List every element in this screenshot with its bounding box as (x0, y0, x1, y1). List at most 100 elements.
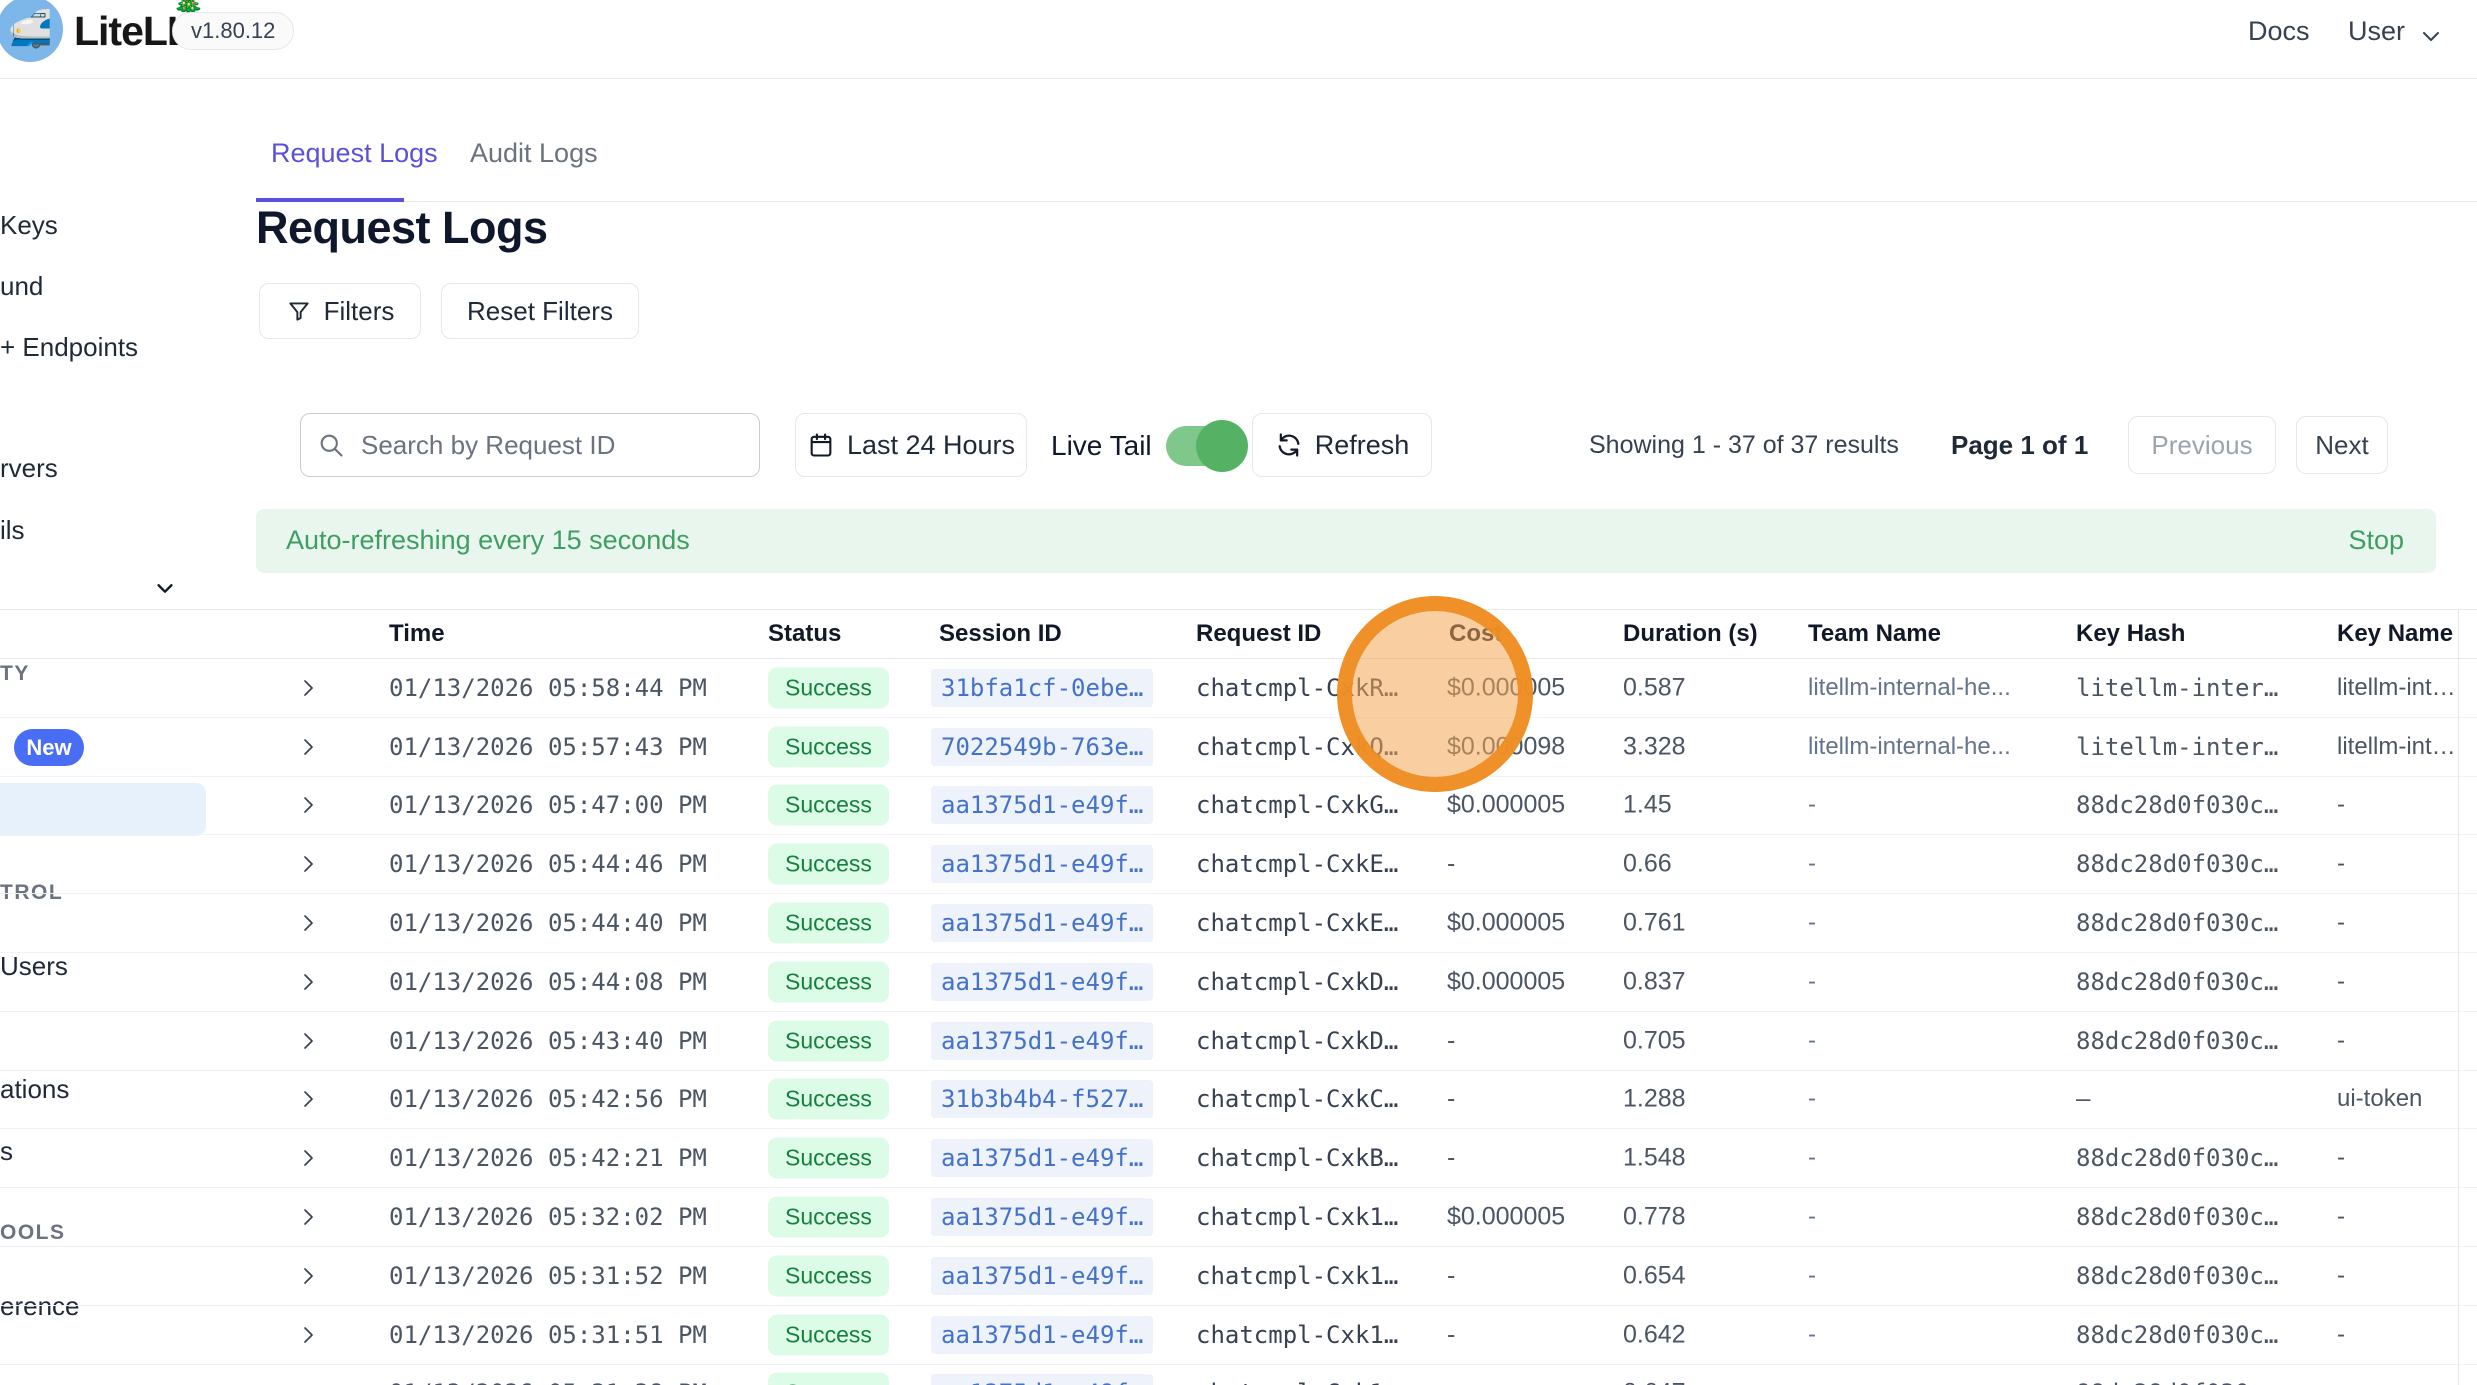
session-id-link[interactable]: aa1375d1-e49f… (931, 1139, 1153, 1177)
cell-key-name: - (2337, 1379, 2345, 1385)
cell-key-hash: litellm-inter… (2076, 674, 2278, 702)
cell-team-name: - (1808, 1262, 1816, 1290)
session-id-link[interactable]: 31bfa1cf-0ebe… (931, 669, 1153, 707)
cell-key-hash: – (2076, 1085, 2090, 1113)
search-box (300, 413, 760, 477)
cell-team-name: - (1808, 968, 1816, 996)
session-id-link[interactable]: aa1375d1-e49f… (931, 1257, 1153, 1295)
cell-key-name: - (2337, 1262, 2345, 1290)
sidebar-item-playground[interactable]: und (0, 271, 43, 302)
row-expand-chevron-icon[interactable] (296, 911, 320, 935)
status-badge: Success (768, 1020, 889, 1061)
row-expand-chevron-icon[interactable] (296, 1146, 320, 1170)
session-id-link[interactable]: aa1375d1-e49f… (931, 1316, 1153, 1354)
session-id-link[interactable]: aa1375d1-e49f… (931, 1198, 1153, 1236)
table-row: 01/13/2026 05:58:44 PMSuccess31bfa1cf-0e… (0, 659, 2477, 718)
table-row: 01/13/2026 05:57:43 PMSuccess7022549b-76… (0, 718, 2477, 777)
cell-key-name: - (2337, 1144, 2345, 1172)
row-expand-chevron-icon[interactable] (296, 1381, 320, 1385)
status-badge: Success (768, 1255, 889, 1296)
cell-duration: 1.288 (1623, 1085, 1686, 1114)
session-id-link[interactable]: 31b3b4b4-f527… (931, 1080, 1153, 1118)
table-row: 01/13/2026 05:44:40 PMSuccessaa1375d1-e4… (0, 894, 2477, 953)
refresh-icon (1275, 431, 1303, 459)
nav-user-menu[interactable]: User (2348, 16, 2405, 47)
cell-status: Success (768, 785, 889, 826)
request-logs-table: Time Status Session ID Request ID Cost D… (0, 609, 2477, 1385)
cell-status: Success (768, 1373, 889, 1385)
session-id-link[interactable]: aa1375d1-e49f… (931, 786, 1153, 824)
row-expand-chevron-icon[interactable] (296, 1205, 320, 1229)
session-id-link[interactable]: aa1375d1-e49f… (931, 1022, 1153, 1060)
session-id-link[interactable]: 7022549b-763e… (931, 728, 1153, 766)
cell-request-id: chatcmpl-CxkE… (1196, 909, 1398, 937)
cell-key-name: ui-token (2337, 1085, 2422, 1113)
cell-team-name: - (1808, 1203, 1816, 1231)
cell-time: 01/13/2026 05:44:46 PM (389, 850, 707, 878)
search-input[interactable] (359, 429, 743, 462)
sidebar-item-keys[interactable]: Keys (0, 210, 58, 241)
cell-key-name: litellm-int… (2337, 733, 2456, 761)
row-expand-chevron-icon[interactable] (296, 1087, 320, 1111)
col-header-team-name: Team Name (1808, 620, 1941, 648)
col-header-cost: Cost (1449, 620, 1502, 648)
col-header-key-hash: Key Hash (2076, 620, 2185, 648)
tab-request-logs[interactable]: Request Logs (271, 138, 438, 169)
cell-cost: $0.000005 (1447, 791, 1565, 820)
cell-cost: - (1447, 1085, 1455, 1114)
cell-duration: 0.642 (1623, 1320, 1686, 1349)
refresh-label: Refresh (1315, 430, 1410, 461)
row-expand-chevron-icon[interactable] (296, 852, 320, 876)
results-count-text: Showing 1 - 37 of 37 results (1589, 431, 1899, 460)
session-id-link[interactable]: aa1375d1-e49f… (931, 963, 1153, 1001)
chevron-down-icon[interactable] (2416, 24, 2446, 48)
sidebar-item-guardrails[interactable]: ils (0, 515, 25, 546)
time-range-button[interactable]: Last 24 Hours (795, 413, 1027, 477)
nav-docs-link[interactable]: Docs (2248, 16, 2310, 47)
cell-status: Success (768, 1255, 889, 1296)
row-expand-chevron-icon[interactable] (296, 970, 320, 994)
col-header-request-id: Request ID (1196, 620, 1321, 648)
cell-cost: $0.000005 (1447, 673, 1565, 702)
cell-time: 01/13/2026 05:42:56 PM (389, 1085, 707, 1113)
session-id-link[interactable]: aa1375d1-e49f… (931, 904, 1153, 942)
filters-button[interactable]: Filters (259, 283, 421, 339)
row-expand-chevron-icon[interactable] (296, 1029, 320, 1053)
cell-session-id: aa1375d1-e49f… (931, 1198, 1153, 1236)
cell-cost: - (1447, 1379, 1455, 1385)
row-expand-chevron-icon[interactable] (296, 735, 320, 759)
cell-key-hash: 88dc28d0f030c… (2076, 1262, 2278, 1290)
cell-request-id: chatcmpl-CxkE… (1196, 850, 1398, 878)
reset-filters-button[interactable]: Reset Filters (441, 283, 639, 339)
session-id-link[interactable]: aa1375d1-e49f… (931, 1374, 1153, 1385)
next-page-button[interactable]: Next (2296, 416, 2388, 474)
cell-key-name: - (2337, 909, 2345, 937)
col-header-status: Status (768, 620, 841, 648)
cell-time: 01/13/2026 05:57:43 PM (389, 733, 707, 761)
stop-auto-refresh-button[interactable]: Stop (2348, 525, 2404, 556)
cell-session-id: 31bfa1cf-0ebe… (931, 669, 1153, 707)
cell-time: 01/13/2026 05:31:38 PM (389, 1379, 707, 1385)
session-id-link[interactable]: aa1375d1-e49f… (931, 845, 1153, 883)
live-tail-toggle[interactable] (1166, 426, 1242, 466)
sidebar-item-models-endpoints[interactable]: + Endpoints (0, 332, 138, 363)
cell-session-id: 31b3b4b4-f527… (931, 1080, 1153, 1118)
row-expand-chevron-icon[interactable] (296, 1323, 320, 1347)
refresh-button[interactable]: Refresh (1252, 413, 1432, 477)
cell-cost: $0.000005 (1447, 909, 1565, 938)
row-expand-chevron-icon[interactable] (296, 676, 320, 700)
cell-team-name: - (1808, 850, 1816, 878)
cell-cost: - (1447, 1320, 1455, 1349)
filters-button-label: Filters (324, 296, 395, 327)
sidebar-collapse-chevron-icon[interactable] (152, 577, 178, 599)
previous-page-button[interactable]: Previous (2128, 416, 2276, 474)
row-expand-chevron-icon[interactable] (296, 793, 320, 817)
row-expand-chevron-icon[interactable] (296, 1264, 320, 1288)
sidebar-item-servers[interactable]: rvers (0, 453, 58, 484)
tab-audit-logs[interactable]: Audit Logs (470, 138, 598, 169)
cell-session-id: aa1375d1-e49f… (931, 786, 1153, 824)
table-row: 01/13/2026 05:31:52 PMSuccessaa1375d1-e4… (0, 1247, 2477, 1306)
status-badge: Success (768, 1314, 889, 1355)
status-badge: Success (768, 785, 889, 826)
cell-request-id: chatcmpl-CxkR… (1196, 674, 1398, 702)
